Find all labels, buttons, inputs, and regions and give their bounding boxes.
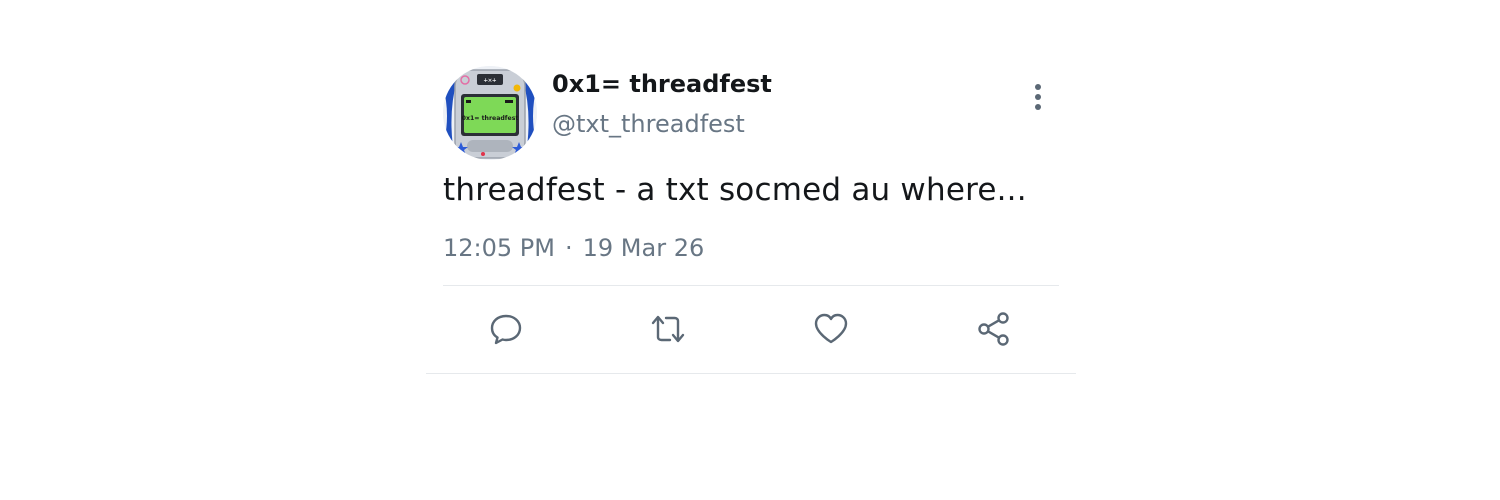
retweet-icon xyxy=(651,315,685,343)
like-button[interactable] xyxy=(806,304,856,354)
tweet-time: 12:05 PM xyxy=(443,234,555,262)
share-button[interactable] xyxy=(969,304,1019,354)
phone-avatar-image: +×+ 0x1= threadfest xyxy=(443,66,537,160)
tweet-text: threadfest - a txt socmed au where... xyxy=(443,172,1027,208)
more-dot xyxy=(1035,94,1041,100)
avatar-screen-text: 0x1= threadfest xyxy=(462,115,519,122)
tweet-timestamp[interactable]: 12:05 PM · 19 Mar 26 xyxy=(443,234,704,262)
more-dot xyxy=(1035,84,1041,90)
divider xyxy=(443,285,1059,286)
user-handle[interactable]: @txt_threadfest xyxy=(552,110,745,138)
tweet-card[interactable]: +×+ 0x1= threadfest 0x1= threadfest @txt… xyxy=(426,64,1076,374)
tweet-date: 19 Mar 26 xyxy=(582,234,705,262)
reply-button[interactable] xyxy=(481,304,531,354)
display-name[interactable]: 0x1= threadfest xyxy=(552,70,772,98)
more-dot xyxy=(1035,104,1041,110)
avatar-top-text: +×+ xyxy=(484,77,497,85)
tweet-actions xyxy=(443,304,1059,354)
share-icon xyxy=(978,312,1009,346)
heart-icon xyxy=(814,313,848,344)
card-border xyxy=(426,373,1076,374)
retweet-button[interactable] xyxy=(643,304,693,354)
reply-icon xyxy=(490,314,522,345)
meta-separator: · xyxy=(564,234,573,262)
more-vertical-icon[interactable] xyxy=(1024,80,1052,114)
avatar[interactable]: +×+ 0x1= threadfest xyxy=(443,66,537,160)
